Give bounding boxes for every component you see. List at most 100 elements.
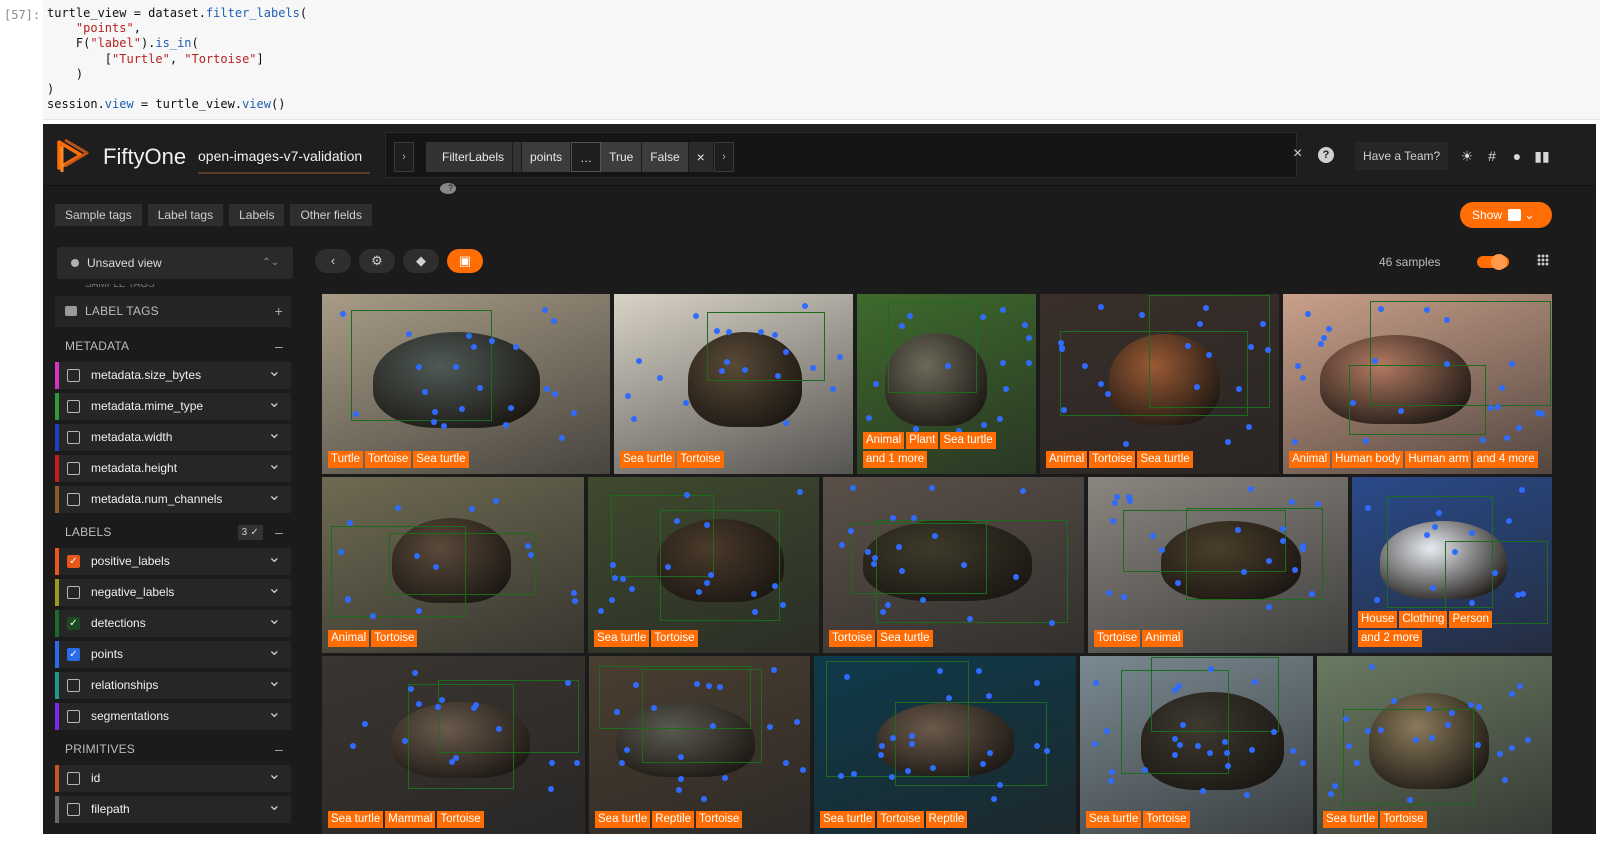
sun-icon[interactable]: ☀ (1459, 148, 1475, 164)
field-checkbox[interactable] (67, 586, 80, 599)
chevron-down-icon[interactable]: ⌄ (268, 455, 281, 475)
slack-icon[interactable]: # (1484, 148, 1500, 164)
chevron-down-icon[interactable]: ⌄ (268, 703, 281, 723)
stage-help-icon[interactable]: ? (440, 183, 457, 194)
field-row-detections[interactable]: ✓ detections ⌄ (55, 610, 291, 637)
view-selector[interactable]: Unsaved view ⌃⌄ (57, 247, 293, 279)
view-bar-help-icon[interactable]: ? (1318, 147, 1334, 163)
field-checkbox[interactable] (67, 369, 80, 382)
field-checkbox[interactable] (67, 493, 80, 506)
view-stage-filter-labels[interactable]: FilterLabels? points … True False × (426, 142, 714, 194)
sample-tile[interactable]: Sea turtle Tortoise (1080, 656, 1313, 834)
field-row-filepath[interactable]: filepath ⌄ (55, 796, 291, 823)
sample-tile[interactable]: House Clothing Person and 2 more (1352, 477, 1552, 653)
tab-labels[interactable]: Labels (229, 204, 285, 226)
clear-view-icon[interactable]: × (1293, 145, 1302, 163)
sample-tile[interactable]: Animal Tortoise Sea turtle (1040, 294, 1279, 474)
field-checkbox[interactable] (67, 462, 80, 475)
chevron-down-icon[interactable]: ⌄ (268, 579, 281, 599)
grid-zoom-slider[interactable] (1477, 254, 1509, 270)
field-row-metadata-mime-type[interactable]: metadata.mime_type ⌄ (55, 393, 291, 420)
fiftyone-logo-icon[interactable] (55, 136, 91, 174)
stage-remove-icon[interactable]: × (689, 142, 714, 172)
field-row-metadata-height[interactable]: metadata.height ⌄ (55, 455, 291, 482)
chevron-down-icon[interactable]: ⌄ (268, 486, 281, 506)
field-row-positive-labels[interactable]: ✓ positive_labels ⌄ (55, 548, 291, 575)
tab-other-fields[interactable]: Other fields (290, 204, 372, 226)
field-checkbox[interactable] (67, 710, 80, 723)
field-row-points[interactable]: ✓ points ⌄ (55, 641, 291, 668)
field-checkbox[interactable]: ✓ (67, 648, 80, 661)
sample-tile[interactable]: Sea turtle Reptile Tortoise (589, 656, 810, 834)
field-checkbox[interactable]: ✓ (67, 617, 80, 630)
field-checkbox[interactable] (67, 400, 80, 413)
field-list[interactable]: SAMPLE TAGS LABEL TAGS + METADATA – metada… (55, 284, 291, 827)
tag-icon[interactable]: ◆ (403, 249, 439, 273)
tab-sample-tags[interactable]: Sample tags (55, 204, 142, 226)
field-row-id[interactable]: id ⌄ (55, 765, 291, 792)
labels-section-header[interactable]: LABELS 3 ✓ – (55, 517, 291, 548)
sample-tile[interactable]: Animal Human body Human arm and 4 more (1283, 294, 1552, 474)
view-bar-next-button[interactable]: › (714, 142, 734, 172)
stage-param-filter[interactable]: … (571, 142, 602, 172)
dataset-selector[interactable]: open-images-v7-validation (198, 148, 370, 174)
have-a-team-button[interactable]: Have a Team? (1355, 142, 1449, 170)
stage-param-only-matches[interactable]: True (601, 142, 643, 172)
show-panel-button[interactable]: Show ⌄ (1460, 202, 1552, 228)
field-checkbox[interactable] (67, 803, 80, 816)
primitives-section-header[interactable]: PRIMITIVES – (55, 734, 291, 765)
patches-icon[interactable]: ▣ (447, 249, 483, 273)
chevron-down-icon[interactable]: ⌄ (268, 765, 281, 785)
collapse-icon[interactable]: – (275, 331, 283, 362)
sample-tile[interactable]: Sea turtle Tortoise (588, 477, 819, 653)
field-checkbox[interactable] (67, 431, 80, 444)
field-checkbox[interactable] (67, 772, 80, 785)
metadata-section-header[interactable]: METADATA – (55, 331, 291, 362)
sample-tile[interactable]: Sea turtle Tortoise (614, 294, 853, 474)
view-bar-prev-button[interactable]: › (394, 142, 414, 172)
collapse-icon[interactable]: – (275, 734, 283, 765)
chevron-down-icon[interactable]: ⌄ (268, 424, 281, 444)
sample-grid[interactable]: Turtle Tortoise Sea turtle Sea turtle Tortoi… (322, 294, 1552, 834)
sample-tile[interactable]: Tortoise Sea turtle (823, 477, 1084, 653)
chevron-down-icon[interactable]: ⌄ (268, 362, 281, 382)
sample-tile[interactable]: Sea turtle Mammal Tortoise (322, 656, 585, 834)
field-row-metadata-size-bytes[interactable]: metadata.size_bytes ⌄ (55, 362, 291, 389)
stage-param-trajectories[interactable]: False (642, 142, 689, 172)
chevron-down-icon[interactable]: ⌄ (268, 610, 281, 630)
collapse-icon[interactable]: – (275, 517, 283, 548)
chevron-down-icon[interactable]: ⌄ (268, 641, 281, 661)
github-icon[interactable]: ● (1509, 148, 1525, 164)
tab-label-tags[interactable]: Label tags (147, 204, 224, 226)
stage-param-field[interactable]: points (522, 142, 572, 172)
view-bar[interactable]: › FilterLabels? points … True False × › … (385, 132, 1334, 194)
chevron-down-icon[interactable]: ⌄ (268, 548, 281, 568)
field-row-relationships[interactable]: relationships ⌄ (55, 672, 291, 699)
field-row-segmentations[interactable]: segmentations ⌄ (55, 703, 291, 730)
chevron-down-icon[interactable]: ⌄ (268, 796, 281, 816)
sample-tile[interactable]: Tortoise Animal (1088, 477, 1348, 653)
chevron-left-icon[interactable]: ‹ (315, 249, 351, 273)
label-tags-section[interactable]: LABEL TAGS + (55, 296, 291, 327)
keypoint (1515, 424, 1522, 431)
sample-tile[interactable]: Animal Plant Sea turtle and 1 more (857, 294, 1036, 474)
plus-icon[interactable]: + (275, 296, 283, 327)
docs-icon[interactable]: ▮▮ (1534, 148, 1550, 164)
field-checkbox[interactable] (67, 679, 80, 692)
code-cell[interactable]: turtle_view = dataset.filter_labels( "po… (43, 0, 1600, 120)
grid-icon[interactable] (1537, 254, 1549, 266)
sample-tile[interactable]: Sea turtle Tortoise Reptile (814, 656, 1076, 834)
keypoint (1249, 746, 1256, 753)
chevron-down-icon[interactable]: ⌄ (268, 393, 281, 413)
sample-tile[interactable]: Turtle Tortoise Sea turtle (322, 294, 610, 474)
field-row-metadata-width[interactable]: metadata.width ⌄ (55, 424, 291, 451)
stage-name[interactable]: FilterLabels? (426, 142, 523, 194)
keypoint (440, 423, 447, 430)
sample-tile[interactable]: Sea turtle Tortoise (1317, 656, 1552, 834)
field-row-metadata-num-channels[interactable]: metadata.num_channels ⌄ (55, 486, 291, 513)
chevron-down-icon[interactable]: ⌄ (268, 672, 281, 692)
gear-icon[interactable]: ⚙ (359, 249, 395, 273)
sample-tile[interactable]: Animal Tortoise (322, 477, 584, 653)
field-row-negative-labels[interactable]: negative_labels ⌄ (55, 579, 291, 606)
field-checkbox[interactable]: ✓ (67, 555, 80, 568)
